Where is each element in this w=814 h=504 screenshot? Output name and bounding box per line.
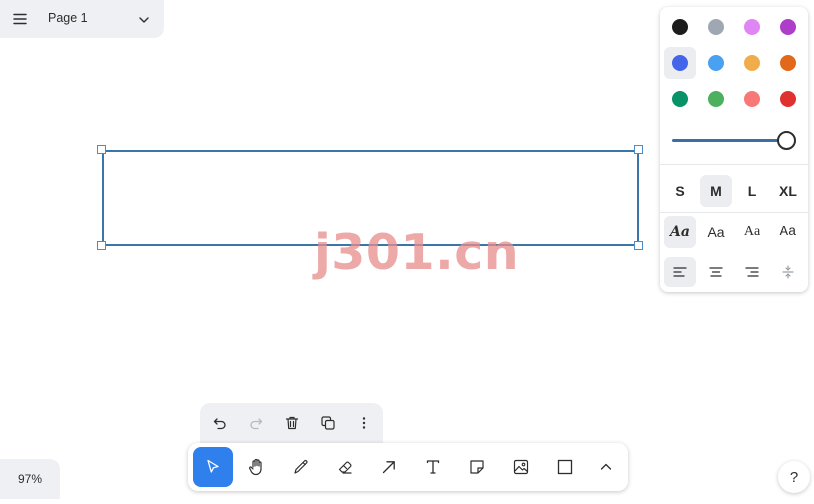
color-swatch-red[interactable] bbox=[772, 83, 804, 115]
color-swatch-light-violet[interactable] bbox=[736, 11, 768, 43]
draw-icon bbox=[294, 460, 308, 474]
image-icon bbox=[513, 459, 529, 475]
opacity-slider-track[interactable] bbox=[672, 139, 786, 142]
redo-button[interactable] bbox=[246, 413, 266, 433]
color-dot bbox=[744, 91, 760, 107]
page-menu[interactable]: Page 1 bbox=[0, 0, 164, 38]
note-tool-button[interactable] bbox=[457, 447, 497, 487]
undo-icon bbox=[213, 418, 226, 430]
undo-button[interactable] bbox=[210, 413, 230, 433]
color-dot bbox=[780, 55, 796, 71]
more-actions-button[interactable] bbox=[354, 413, 374, 433]
color-swatch-violet[interactable] bbox=[772, 11, 804, 43]
color-dot bbox=[672, 91, 688, 107]
size-xl-button[interactable]: XL bbox=[772, 175, 804, 207]
color-swatch-green[interactable] bbox=[664, 83, 696, 115]
more-icon bbox=[362, 417, 366, 429]
duplicate-icon bbox=[321, 416, 335, 430]
color-dot bbox=[708, 91, 724, 107]
canvas[interactable]: Page 1 j301.cn S M L XL Aa Aa Aa Aa 97% … bbox=[0, 0, 814, 504]
select-icon bbox=[207, 459, 219, 473]
zoom-menu[interactable]: 97% bbox=[0, 459, 60, 499]
align-left-icon bbox=[673, 267, 687, 277]
chevron-up-icon bbox=[600, 463, 612, 470]
hand-icon bbox=[249, 458, 262, 476]
vertical-align-icon bbox=[782, 265, 794, 279]
align-center-icon bbox=[709, 267, 723, 277]
size-m-button[interactable]: M bbox=[700, 175, 732, 207]
eraser-tool-button[interactable] bbox=[325, 447, 365, 487]
font-sans-button[interactable]: Aa bbox=[700, 216, 732, 248]
align-center-button[interactable] bbox=[700, 257, 732, 287]
style-panel: S M L XL Aa Aa Aa Aa bbox=[660, 7, 808, 292]
color-swatch-light-blue[interactable] bbox=[700, 47, 732, 79]
color-dot bbox=[672, 55, 688, 71]
color-dot bbox=[708, 19, 724, 35]
arrow-tool-button[interactable] bbox=[369, 447, 409, 487]
color-dot bbox=[708, 55, 724, 71]
resize-handle-bottom-left[interactable] bbox=[97, 241, 106, 250]
opacity-slider-thumb[interactable] bbox=[777, 131, 796, 150]
size-s-button[interactable]: S bbox=[664, 175, 696, 207]
size-l-button[interactable]: L bbox=[736, 175, 768, 207]
align-left-button[interactable] bbox=[664, 257, 696, 287]
rectangle-tool-button[interactable] bbox=[545, 447, 585, 487]
redo-icon bbox=[250, 418, 263, 430]
trash-icon bbox=[285, 416, 299, 430]
arrow-icon bbox=[382, 461, 395, 474]
resize-handle-top-right[interactable] bbox=[634, 145, 643, 154]
eraser-icon bbox=[338, 461, 352, 474]
divider bbox=[660, 164, 808, 165]
text-icon bbox=[426, 460, 440, 474]
color-swatch-blue[interactable] bbox=[664, 47, 696, 79]
hand-tool-button[interactable] bbox=[237, 447, 277, 487]
color-swatch-yellow[interactable] bbox=[736, 47, 768, 79]
resize-handle-bottom-right[interactable] bbox=[634, 241, 643, 250]
note-icon bbox=[470, 460, 484, 474]
align-right-button[interactable] bbox=[736, 257, 768, 287]
color-swatch-grey[interactable] bbox=[700, 11, 732, 43]
delete-button[interactable] bbox=[282, 413, 302, 433]
text-tool-button[interactable] bbox=[413, 447, 453, 487]
image-tool-button[interactable] bbox=[501, 447, 541, 487]
font-mono-button[interactable]: Aa bbox=[772, 216, 804, 248]
color-dot bbox=[744, 19, 760, 35]
font-serif-button[interactable]: Aa bbox=[736, 216, 768, 248]
color-swatch-orange[interactable] bbox=[772, 47, 804, 79]
font-draw-button[interactable]: Aa bbox=[664, 216, 696, 248]
align-right-icon bbox=[745, 267, 759, 277]
help-button[interactable]: ? bbox=[778, 461, 810, 493]
select-tool-button[interactable] bbox=[193, 447, 233, 487]
color-dot bbox=[780, 91, 796, 107]
draw-tool-button[interactable] bbox=[281, 447, 321, 487]
duplicate-button[interactable] bbox=[318, 413, 338, 433]
chevron-down-icon[interactable] bbox=[137, 13, 151, 27]
color-dot bbox=[672, 19, 688, 35]
color-swatch-light-green[interactable] bbox=[700, 83, 732, 115]
rectangle-icon bbox=[557, 459, 573, 475]
watermark: j301.cn bbox=[314, 224, 520, 281]
resize-handle-top-left[interactable] bbox=[97, 145, 106, 154]
action-bar bbox=[200, 403, 383, 443]
divider bbox=[660, 212, 808, 213]
color-dot bbox=[744, 55, 760, 71]
menu-icon[interactable] bbox=[12, 11, 28, 27]
more-tools-button[interactable] bbox=[586, 447, 626, 487]
page-name[interactable]: Page 1 bbox=[48, 11, 88, 25]
main-toolbar bbox=[188, 443, 628, 491]
color-dot bbox=[780, 19, 796, 35]
color-swatch-black[interactable] bbox=[664, 11, 696, 43]
vertical-align-button[interactable] bbox=[772, 257, 804, 287]
color-swatch-light-red[interactable] bbox=[736, 83, 768, 115]
